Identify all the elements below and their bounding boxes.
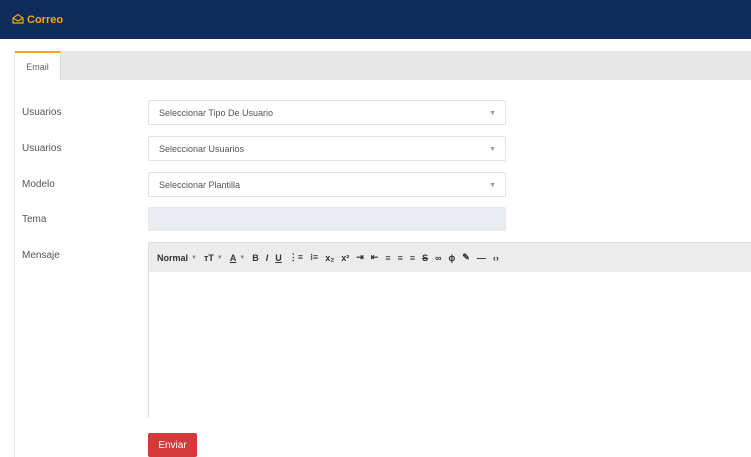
users-select-value: Seleccionar Usuarios (159, 143, 245, 154)
subject-label: Tema (22, 214, 47, 225)
highlight-icon[interactable]: ✎ (462, 252, 470, 263)
users-select[interactable]: Seleccionar Usuarios ▼ (148, 136, 506, 161)
superscript-icon[interactable]: x² (341, 253, 349, 263)
template-select-value: Seleccionar Plantilla (159, 179, 241, 190)
align-left-icon[interactable]: ≡ (385, 253, 390, 263)
align-center-icon[interactable]: ≡ (398, 253, 403, 263)
code-view-icon[interactable]: ‹› (493, 253, 499, 263)
unordered-list-icon[interactable]: ⁝≡ (310, 252, 318, 263)
user-type-select[interactable]: Seleccionar Tipo De Usuario ▼ (148, 100, 506, 125)
outdent-icon[interactable]: ⇤ (371, 252, 379, 263)
app-brand[interactable]: Correo (12, 13, 63, 27)
link-icon[interactable]: ∞ (435, 253, 441, 263)
model-label: Modelo (22, 179, 55, 190)
template-select[interactable]: Seleccionar Plantilla ▼ (148, 172, 506, 197)
underline-icon[interactable]: U (275, 253, 282, 263)
heading-select-value: Normal (157, 252, 189, 263)
heading-select[interactable]: Normal ▼ (157, 253, 197, 263)
font-size-icon[interactable]: тT ▼ (204, 253, 223, 263)
rich-text-editor: Normal ▼ тT ▼ A ▼ B I U ⋮≡ ⁝≡ x₂ x² ⇥ ⇤ ≡ … (148, 242, 751, 418)
chevron-down-icon: ▼ (191, 254, 197, 261)
top-header: Correo (0, 0, 751, 39)
subject-input[interactable] (148, 207, 506, 231)
mail-open-icon (12, 13, 27, 27)
tab-email[interactable]: Email (15, 51, 61, 80)
chevron-down-icon: ▼ (489, 110, 496, 117)
send-button[interactable]: Enviar (148, 433, 197, 457)
unlink-icon[interactable]: ɸ (449, 253, 456, 263)
user-type-label: Usuarios (22, 107, 62, 118)
users-label: Usuarios (22, 143, 62, 154)
ordered-list-icon[interactable]: ⋮≡ (289, 252, 303, 263)
editor-toolbar: Normal ▼ тT ▼ A ▼ B I U ⋮≡ ⁝≡ x₂ x² ⇥ ⇤ ≡ … (149, 243, 751, 272)
align-right-icon[interactable]: ≡ (410, 253, 415, 263)
strikethrough-icon[interactable]: S (422, 253, 428, 263)
app-title: Correo (27, 13, 64, 26)
message-editor-body[interactable] (149, 272, 751, 418)
user-type-select-value: Seleccionar Tipo De Usuario (159, 107, 274, 118)
chevron-down-icon: ▼ (489, 182, 496, 189)
tab-bar: Email (15, 51, 751, 80)
message-label: Mensaje (22, 250, 60, 261)
chevron-down-icon: ▼ (489, 146, 496, 153)
subscript-icon[interactable]: x₂ (325, 253, 334, 263)
bold-icon[interactable]: B (252, 253, 259, 263)
horizontal-rule-icon[interactable]: — (477, 253, 486, 263)
italic-icon[interactable]: I (266, 253, 269, 263)
text-color-icon[interactable]: A ▼ (230, 253, 245, 263)
indent-icon[interactable]: ⇥ (356, 252, 364, 263)
